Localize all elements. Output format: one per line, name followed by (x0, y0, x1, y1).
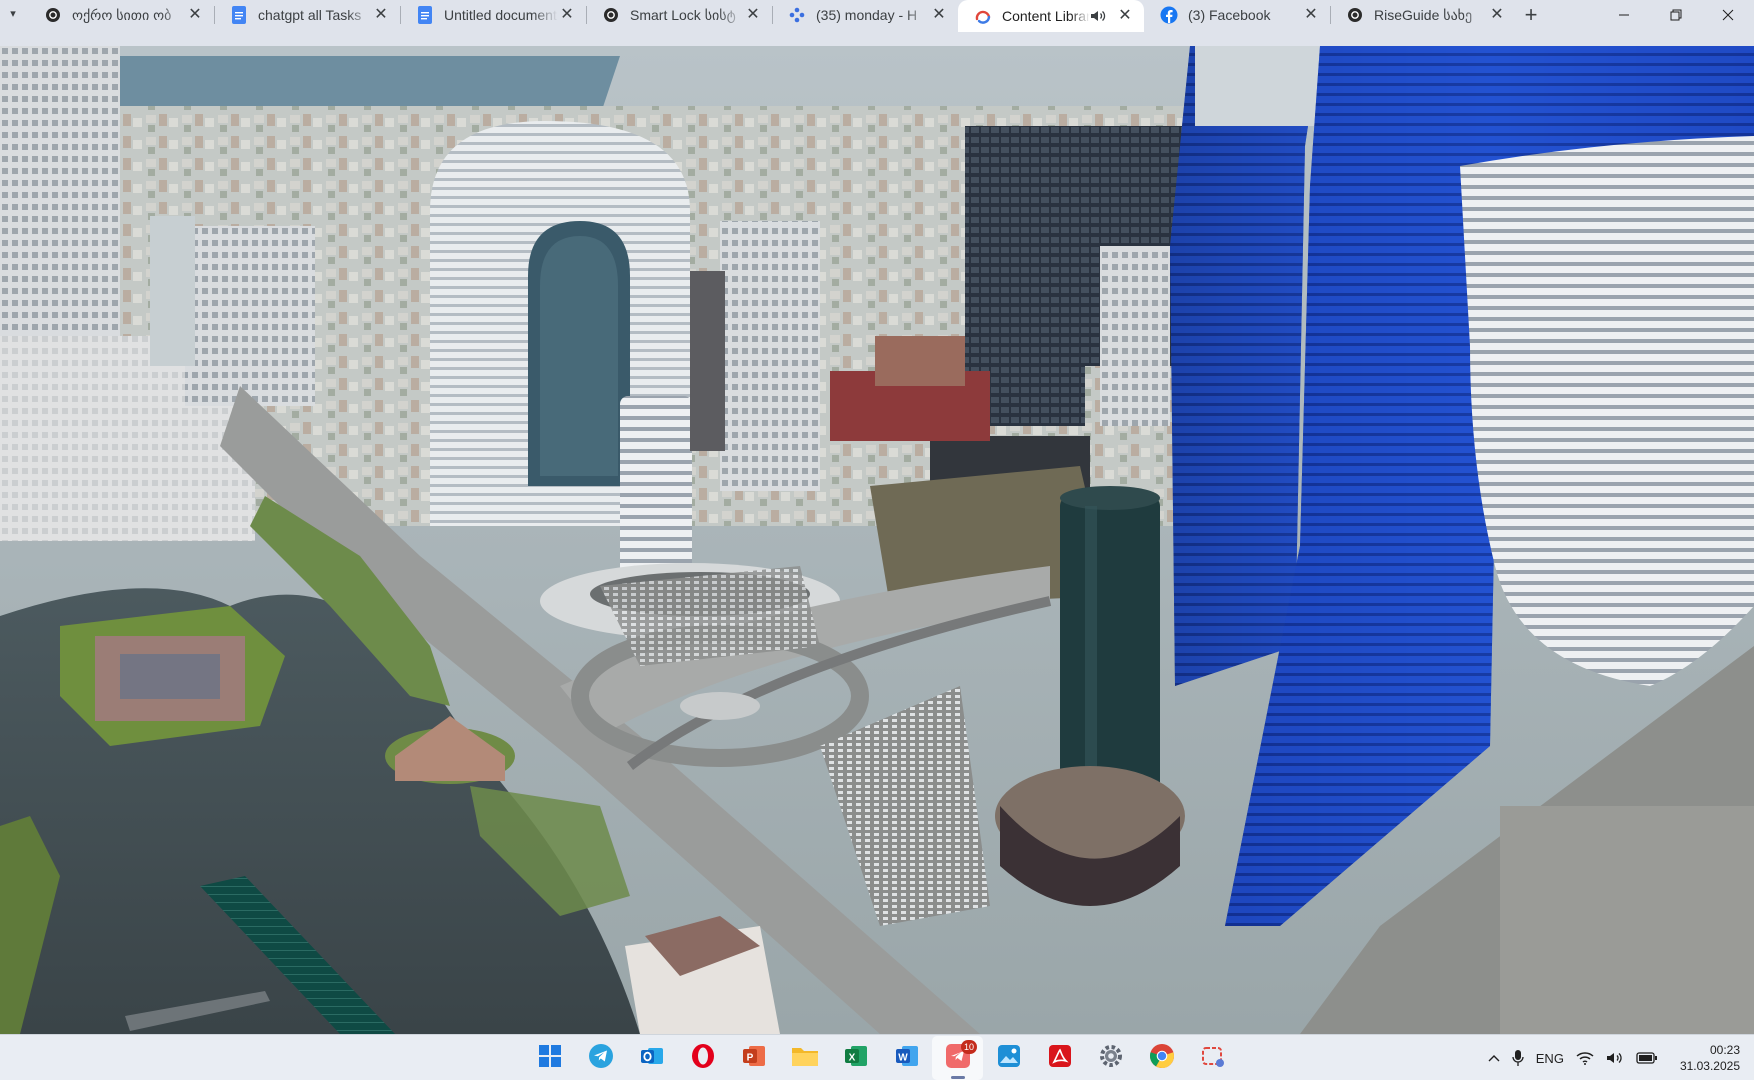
close-icon[interactable]: ✕ (744, 6, 762, 24)
tab-okro-city[interactable]: ოქრო სითი ობ ✕ (28, 0, 214, 30)
speaker-icon[interactable] (1090, 9, 1108, 23)
clock-time: 00:23 (1709, 1043, 1740, 1057)
tab-title: (3) Facebook (1188, 7, 1271, 23)
notification-badge: 10 (960, 1040, 977, 1054)
taskbar-powerpoint[interactable]: P (728, 1036, 779, 1080)
taskbar-snipping-tool[interactable] (1187, 1036, 1238, 1080)
aerial-city-photo (0, 46, 1754, 1034)
minimize-icon[interactable] (1598, 0, 1650, 30)
volume-icon[interactable] (1606, 1043, 1624, 1073)
browser-tab-strip: ▾ ოქრო სითი ობ ✕ chatgpt all Tasks ✕ Unt… (0, 0, 1754, 46)
close-icon[interactable]: ✕ (1302, 6, 1320, 24)
tab-search-chevron-icon[interactable]: ▾ (0, 0, 26, 26)
close-icon[interactable]: ✕ (930, 6, 948, 24)
start-button[interactable] (524, 1036, 575, 1080)
taskbar-outlook[interactable] (626, 1036, 677, 1080)
taskbar-apps: P X W 10 (524, 1035, 1238, 1080)
powerpoint-icon: P (741, 1043, 767, 1074)
clock[interactable]: 00:23 31.03.2025 (1680, 1042, 1740, 1074)
clock-date: 31.03.2025 (1679, 1059, 1740, 1073)
tab-riseguide[interactable]: RiseGuide სახე ✕ (1330, 0, 1516, 30)
svg-text:P: P (746, 1052, 753, 1063)
tab-smart-lock[interactable]: Smart Lock სისტ ✕ (586, 0, 772, 30)
taskbar-opera[interactable] (677, 1036, 728, 1080)
taskbar-acrobat[interactable] (1034, 1036, 1085, 1080)
google-docs-icon (416, 6, 434, 24)
chrome-icon (1149, 1043, 1175, 1074)
tab-title: Content Library (1002, 8, 1090, 24)
tab-title: chatgpt all Tasks (258, 7, 362, 23)
new-tab-button[interactable]: + (1516, 0, 1546, 30)
svg-text:X: X (848, 1052, 855, 1063)
restore-icon[interactable] (1650, 0, 1702, 30)
google-docs-icon (230, 6, 248, 24)
chevron-up-icon[interactable] (1488, 1043, 1500, 1073)
taskbar-telegram-notifications[interactable]: 10 (932, 1036, 983, 1080)
tab-content-library[interactable]: Content Library ✕ (958, 0, 1144, 32)
tab-title: Untitled document (444, 7, 557, 23)
video-viewport[interactable] (0, 46, 1754, 1034)
excel-icon: X (843, 1043, 869, 1074)
tab-title: Smart Lock სისტ (630, 6, 736, 23)
wifi-icon[interactable] (1576, 1043, 1594, 1073)
tab-facebook[interactable]: (3) Facebook ✕ (1144, 0, 1330, 30)
chatgpt-icon (44, 6, 62, 24)
opera-icon (690, 1043, 716, 1074)
tab-monday[interactable]: (35) monday - H ✕ (772, 0, 958, 30)
close-icon[interactable]: ✕ (186, 6, 204, 24)
facebook-icon (1160, 6, 1178, 24)
window-controls (1598, 0, 1754, 30)
windows-logo-icon (538, 1044, 562, 1073)
tab-title: RiseGuide სახე (1374, 6, 1473, 23)
battery-icon[interactable] (1636, 1043, 1658, 1073)
taskbar-excel[interactable]: X (830, 1036, 881, 1080)
monday-icon (788, 6, 806, 24)
system-tray: ENG 00:23 31.03.2025 (1482, 1035, 1754, 1080)
microphone-icon[interactable] (1512, 1043, 1524, 1073)
taskbar-settings[interactable] (1085, 1036, 1136, 1080)
language-indicator[interactable]: ENG (1536, 1043, 1564, 1073)
folder-icon (791, 1044, 819, 1073)
taskbar-telegram[interactable] (575, 1036, 626, 1080)
taskbar-chrome[interactable] (1136, 1036, 1187, 1080)
taskbar-file-explorer[interactable] (779, 1036, 830, 1080)
chatgpt-icon (1346, 6, 1364, 24)
snipping-tool-icon (1200, 1043, 1226, 1074)
tab-title: ოქრო სითი ობ (72, 6, 172, 23)
taskbar-photos[interactable] (983, 1036, 1034, 1080)
telegram-icon (588, 1043, 614, 1074)
close-icon[interactable]: ✕ (372, 6, 390, 24)
tab-chatgpt-all-tasks[interactable]: chatgpt all Tasks ✕ (214, 0, 400, 30)
close-icon[interactable]: ✕ (1116, 7, 1134, 25)
tab-untitled-document[interactable]: Untitled document ✕ (400, 0, 586, 30)
chatgpt-icon (602, 6, 620, 24)
gear-icon (1098, 1043, 1124, 1074)
outlook-icon (639, 1043, 665, 1074)
taskbar: P X W 10 ENG 00:23 31.03.2025 (0, 1034, 1754, 1080)
close-icon[interactable]: ✕ (1488, 6, 1506, 24)
content-library-icon (974, 7, 992, 25)
tab-title: (35) monday - H (816, 7, 918, 23)
acrobat-icon (1047, 1043, 1073, 1074)
window-close-icon[interactable] (1702, 0, 1754, 30)
photos-icon (996, 1043, 1022, 1074)
word-icon: W (894, 1043, 920, 1074)
svg-text:W: W (898, 1052, 908, 1063)
taskbar-word[interactable]: W (881, 1036, 932, 1080)
close-icon[interactable]: ✕ (558, 6, 576, 24)
